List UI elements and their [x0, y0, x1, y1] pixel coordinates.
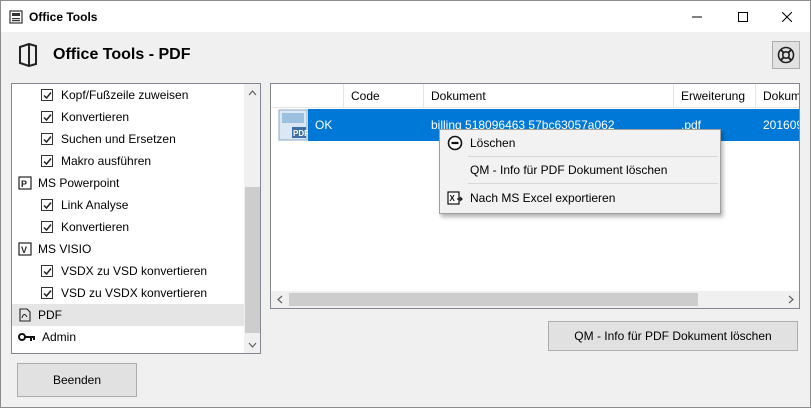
app-window: Office Tools Office Tools - PDF Kopf/Fuß…: [0, 0, 811, 408]
checkbox[interactable]: [41, 111, 53, 123]
scroll-thumb[interactable]: [245, 187, 260, 333]
tree-item-label: Suchen und Ersetzen: [61, 132, 176, 146]
scroll-up-button[interactable]: [244, 84, 260, 101]
menu-item-qm-info-loeschen[interactable]: QM - Info für PDF Dokument löschen: [442, 159, 718, 181]
tree-item-konvertieren-ppt[interactable]: Konvertieren: [12, 216, 244, 238]
checkbox[interactable]: [41, 89, 53, 101]
minimize-icon: [692, 16, 702, 17]
tree-item-label: VSDX zu VSD konvertieren: [61, 264, 208, 278]
office-document-icon: [19, 43, 37, 67]
menu-item-label: Löschen: [470, 136, 516, 150]
tree-item-label: Kopf/Fußzeile zuweisen: [61, 88, 189, 102]
excel-export-icon: X: [446, 189, 464, 207]
checkbox[interactable]: [41, 155, 53, 167]
qm-info-delete-button[interactable]: QM - Info für PDF Dokument löschen: [548, 321, 798, 351]
title-bar: Office Tools: [1, 1, 810, 32]
help-button[interactable]: [772, 41, 800, 69]
close-button[interactable]: Beenden: [17, 363, 137, 397]
visio-icon: V: [18, 242, 32, 256]
column-header-erweiterung[interactable]: Erweiterung: [674, 84, 756, 108]
tree-item-label: Konvertieren: [61, 220, 130, 234]
checkmark-icon: [42, 223, 52, 231]
chevron-up-icon: [248, 89, 257, 95]
column-header-code[interactable]: Code: [344, 84, 424, 108]
checkbox[interactable]: [41, 221, 53, 233]
grid-horizontal-scrollbar[interactable]: [271, 291, 799, 308]
context-menu: Löschen QM - Info für PDF Dokument lösch…: [439, 129, 721, 214]
menu-separator: [468, 183, 718, 184]
checkmark-icon: [42, 91, 52, 99]
maximize-button[interactable]: [720, 1, 766, 32]
tree-item-label: MS Powerpoint: [38, 176, 120, 190]
tree-item-ms-powerpoint[interactable]: P MS Powerpoint: [12, 172, 244, 194]
app-icon: [9, 10, 23, 24]
window-title: Office Tools: [29, 10, 98, 24]
scroll-left-button[interactable]: [271, 291, 288, 308]
menu-item-label: Nach MS Excel exportieren: [470, 191, 616, 205]
checkmark-icon: [42, 289, 52, 297]
svg-text:X: X: [450, 194, 456, 203]
checkbox[interactable]: [41, 199, 53, 211]
checkmark-icon: [42, 113, 52, 121]
tree-item-suchen-ersetzen[interactable]: Suchen und Ersetzen: [12, 128, 244, 150]
tree-item-link-analyse[interactable]: Link Analyse: [12, 194, 244, 216]
checkmark-icon: [42, 267, 52, 275]
tree-item-label: Konvertieren: [61, 110, 130, 124]
menu-item-excel-export[interactable]: X Nach MS Excel exportieren: [442, 187, 718, 209]
cell-code[interactable]: OK: [308, 109, 424, 141]
chevron-down-icon: [248, 342, 257, 348]
chevron-left-icon: [276, 295, 282, 304]
menu-separator: [468, 156, 718, 157]
menu-item-loeschen[interactable]: Löschen: [442, 132, 718, 154]
delete-circle-icon: [446, 134, 464, 152]
scroll-down-button[interactable]: [244, 336, 260, 353]
checkmark-icon: [42, 135, 52, 143]
column-header-icon[interactable]: [271, 84, 344, 108]
checkmark-icon: [42, 201, 52, 209]
scroll-right-button[interactable]: [782, 291, 799, 308]
tree-item-konvertieren[interactable]: Konvertieren: [12, 106, 244, 128]
checkbox[interactable]: [41, 133, 53, 145]
checkbox[interactable]: [41, 265, 53, 277]
column-header-dokum[interactable]: Dokum: [756, 84, 799, 108]
checkmark-icon: [42, 157, 52, 165]
svg-text:V: V: [21, 245, 27, 255]
lifebuoy-icon: [777, 46, 795, 64]
page-header: Office Tools - PDF: [1, 32, 810, 78]
checkbox[interactable]: [41, 287, 53, 299]
minimize-button[interactable]: [674, 1, 720, 32]
tree-item-vsd-zu-vsdx[interactable]: VSD zu VSDX konvertieren: [12, 282, 244, 304]
tree-item-label: VSD zu VSDX konvertieren: [61, 286, 208, 300]
menu-item-label: QM - Info für PDF Dokument löschen: [470, 163, 668, 177]
pdf-file-icon: PDF: [278, 109, 309, 141]
tree-item-label: Link Analyse: [61, 198, 129, 212]
cell-dokum[interactable]: 201609: [756, 109, 799, 141]
pdf-icon: [18, 308, 32, 322]
chevron-right-icon: [788, 295, 794, 304]
key-icon: [18, 330, 36, 344]
tree-item-ms-visio[interactable]: V MS VISIO: [12, 238, 244, 260]
tree-item-vsdx-zu-vsd[interactable]: VSDX zu VSD konvertieren: [12, 260, 244, 282]
grid-header: Code Dokument Erweiterung Dokum: [271, 84, 799, 108]
tree-item-label: Makro ausführen: [61, 154, 152, 168]
tree-item-admin[interactable]: Admin: [12, 326, 244, 348]
row-icon-cell: PDF: [278, 109, 309, 141]
tree-item-makro[interactable]: Makro ausführen: [12, 150, 244, 172]
tree-item-kopf-fusszeile[interactable]: Kopf/Fußzeile zuweisen: [12, 84, 244, 106]
maximize-icon: [738, 11, 748, 22]
function-tree[interactable]: Kopf/Fußzeile zuweisen Konvertieren Such…: [11, 83, 261, 354]
close-icon: [782, 11, 792, 22]
page-title: Office Tools - PDF: [53, 46, 191, 63]
scroll-thumb[interactable]: [289, 293, 698, 306]
tree-item-label: MS VISIO: [38, 242, 92, 256]
pdf-icon-label: PDF: [293, 129, 308, 138]
tree-item-label: Admin: [42, 330, 77, 344]
tree-item-label: PDF: [38, 308, 62, 322]
tree-item-pdf[interactable]: PDF: [12, 304, 244, 326]
column-header-dokument[interactable]: Dokument: [424, 84, 674, 108]
close-window-button[interactable]: [764, 1, 810, 32]
tree-vertical-scrollbar[interactable]: [244, 84, 260, 353]
svg-text:P: P: [21, 179, 27, 189]
powerpoint-icon: P: [18, 176, 32, 190]
